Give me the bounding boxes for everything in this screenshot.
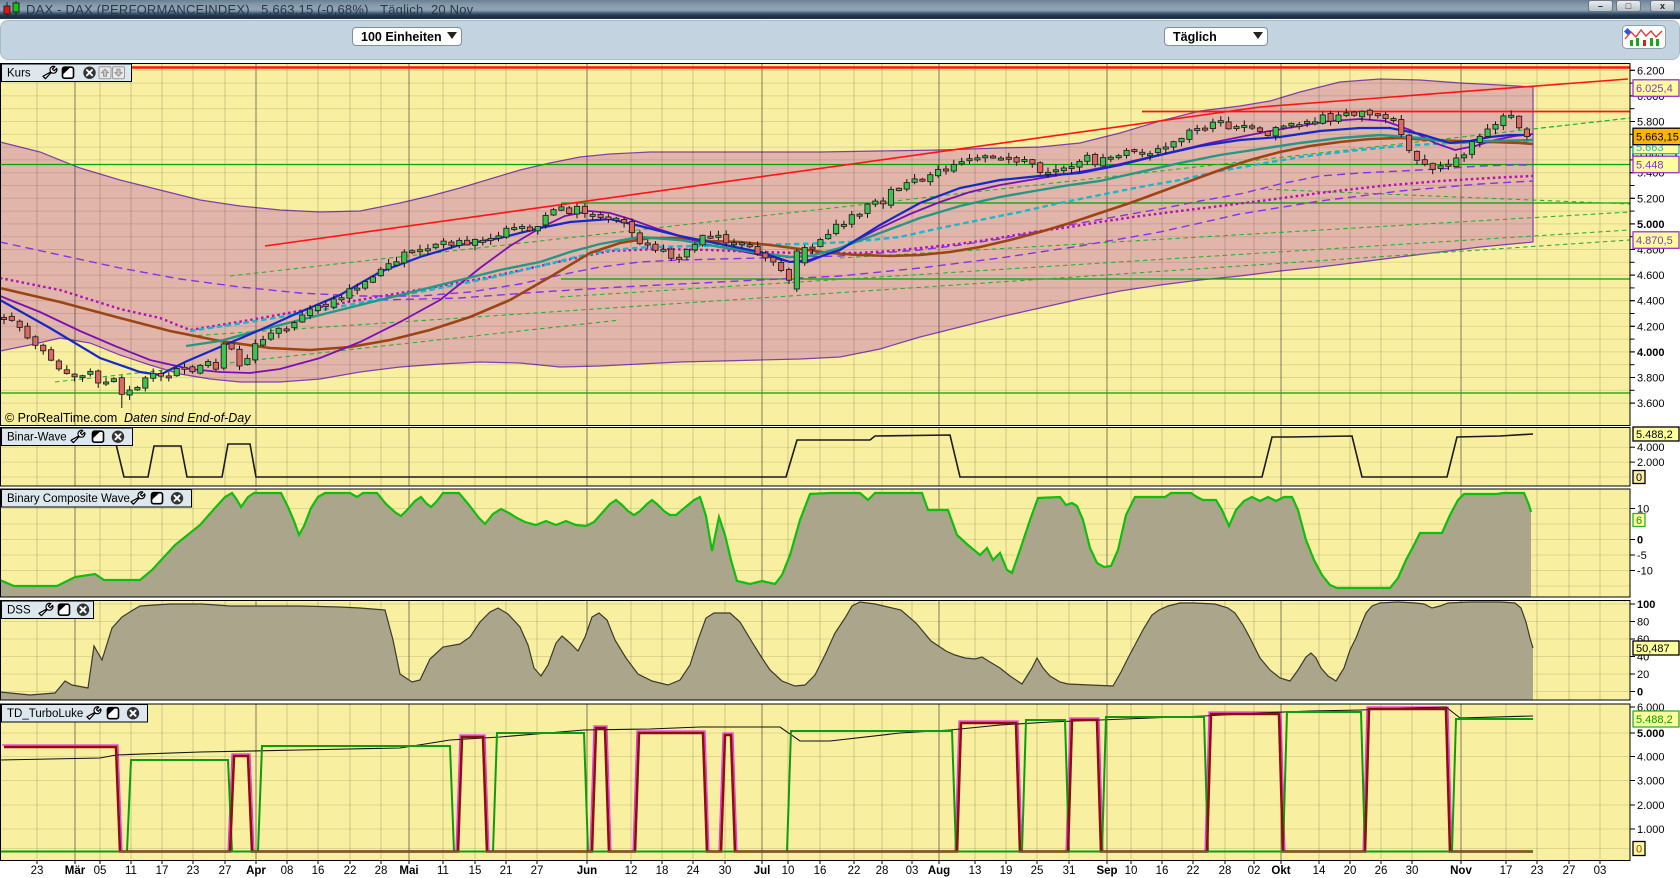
svg-text:Binar-Wave: Binar-Wave — [7, 432, 67, 444]
svg-text:05: 05 — [94, 865, 107, 877]
svg-text:11: 11 — [125, 865, 137, 877]
svg-text:1.000: 1.000 — [1637, 824, 1665, 836]
svg-text:5.200: 5.200 — [1637, 193, 1665, 205]
svg-text:13: 13 — [969, 865, 982, 877]
svg-text:5.488,2: 5.488,2 — [1636, 714, 1673, 726]
svg-text:16: 16 — [312, 865, 325, 877]
svg-text:Aug: Aug — [928, 865, 950, 877]
svg-text:5.663,15: 5.663,15 — [1636, 132, 1679, 144]
svg-text:3.000: 3.000 — [1637, 776, 1665, 788]
svg-text:2.000: 2.000 — [1637, 800, 1665, 812]
svg-text:5.000: 5.000 — [1637, 728, 1665, 740]
svg-text:0: 0 — [1636, 472, 1642, 484]
svg-text:100: 100 — [1637, 599, 1655, 611]
svg-text:0: 0 — [1636, 844, 1642, 856]
svg-text:20: 20 — [1637, 669, 1649, 681]
svg-text:10: 10 — [782, 865, 795, 877]
svg-text:© ProRealTime.com: © ProRealTime.com — [5, 411, 117, 425]
svg-text:Jul: Jul — [754, 865, 771, 877]
svg-text:0: 0 — [1637, 687, 1643, 699]
svg-text:26: 26 — [1375, 865, 1388, 877]
svg-text:5.000: 5.000 — [1637, 219, 1665, 231]
svg-text:08: 08 — [281, 865, 294, 877]
svg-text:Apr: Apr — [246, 865, 266, 877]
svg-text:4.000: 4.000 — [1637, 347, 1665, 359]
svg-text:DSS: DSS — [7, 605, 31, 617]
svg-text:-10: -10 — [1637, 566, 1653, 578]
svg-text:16: 16 — [814, 865, 827, 877]
svg-text:27: 27 — [1563, 865, 1576, 877]
svg-text:80: 80 — [1637, 617, 1649, 629]
svg-text:Binary Composite Wave: Binary Composite Wave — [7, 493, 130, 505]
svg-text:50,487: 50,487 — [1636, 643, 1670, 655]
svg-text:30: 30 — [719, 865, 732, 877]
svg-text:5.448: 5.448 — [1636, 160, 1664, 172]
svg-text:4.000: 4.000 — [1637, 752, 1665, 764]
svg-text:17: 17 — [1500, 865, 1513, 877]
svg-text:24: 24 — [687, 865, 700, 877]
svg-text:Nov: Nov — [1450, 865, 1472, 877]
svg-text:19: 19 — [1000, 865, 1013, 877]
svg-text:03: 03 — [1594, 865, 1607, 877]
svg-text:23: 23 — [187, 865, 200, 877]
svg-text:Kurs: Kurs — [7, 68, 31, 80]
svg-text:11: 11 — [437, 865, 449, 877]
svg-text:30: 30 — [1406, 865, 1419, 877]
svg-text:4.600: 4.600 — [1637, 270, 1665, 282]
svg-text:27: 27 — [219, 865, 232, 877]
svg-text:28: 28 — [876, 865, 889, 877]
svg-text:4.400: 4.400 — [1637, 296, 1665, 308]
svg-text:5.488,2: 5.488,2 — [1636, 429, 1673, 441]
svg-text:23: 23 — [31, 865, 44, 877]
svg-text:4.200: 4.200 — [1637, 321, 1665, 333]
svg-text:Okt: Okt — [1271, 865, 1290, 877]
svg-text:28: 28 — [1219, 865, 1232, 877]
svg-text:20: 20 — [1344, 865, 1357, 877]
svg-text:Mai: Mai — [399, 865, 418, 877]
svg-text:5.800: 5.800 — [1637, 117, 1665, 129]
svg-text:23: 23 — [1531, 865, 1544, 877]
svg-text:-5: -5 — [1637, 550, 1647, 562]
svg-text:22: 22 — [344, 865, 357, 877]
svg-text:0: 0 — [1637, 535, 1643, 547]
svg-text:6.025,4: 6.025,4 — [1636, 83, 1673, 95]
svg-text:2.000: 2.000 — [1637, 457, 1665, 469]
svg-text:14: 14 — [1313, 865, 1326, 877]
svg-text:4.870,5: 4.870,5 — [1636, 235, 1673, 247]
svg-text:6.200: 6.200 — [1637, 65, 1665, 77]
svg-text:28: 28 — [375, 865, 388, 877]
svg-text:4.000: 4.000 — [1637, 442, 1665, 454]
svg-text:TD_TurboLuke: TD_TurboLuke — [7, 708, 83, 720]
svg-text:31: 31 — [1063, 865, 1076, 877]
svg-text:Jun: Jun — [577, 865, 597, 877]
svg-text:3.600: 3.600 — [1637, 398, 1665, 410]
svg-text:16: 16 — [1156, 865, 1169, 877]
svg-text:3.800: 3.800 — [1637, 373, 1665, 385]
svg-text:27: 27 — [531, 865, 544, 877]
svg-text:22: 22 — [1187, 865, 1200, 877]
svg-text:15: 15 — [469, 865, 482, 877]
svg-text:Mär: Mär — [65, 865, 86, 877]
svg-text:Daten sind End-of-Day: Daten sind End-of-Day — [124, 411, 251, 425]
svg-text:12: 12 — [625, 865, 638, 877]
svg-text:18: 18 — [656, 865, 669, 877]
svg-text:10: 10 — [1125, 865, 1138, 877]
svg-text:02: 02 — [1248, 865, 1261, 877]
svg-text:6: 6 — [1636, 515, 1642, 527]
svg-text:03: 03 — [906, 865, 919, 877]
svg-text:17: 17 — [156, 865, 169, 877]
svg-text:Sep: Sep — [1096, 865, 1117, 877]
svg-text:22: 22 — [848, 865, 861, 877]
svg-text:25: 25 — [1031, 865, 1044, 877]
svg-text:21: 21 — [500, 865, 513, 877]
